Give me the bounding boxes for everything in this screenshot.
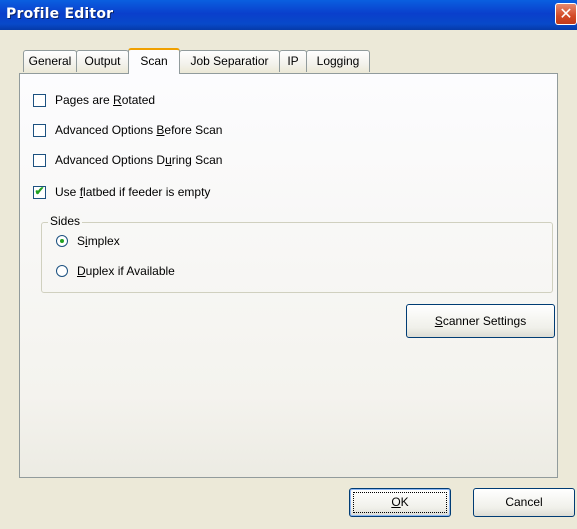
- pages-rotated-checkbox[interactable]: Pages are Rotated: [33, 92, 155, 108]
- duplex-radio[interactable]: Duplex if Available: [56, 263, 175, 279]
- checkbox-box[interactable]: [33, 123, 46, 137]
- advanced-before-scan-label: Advanced Options Before Scan: [55, 123, 223, 137]
- checkbox-box[interactable]: [33, 153, 46, 167]
- scanner-settings-button[interactable]: Scanner Settings: [406, 304, 555, 338]
- tab-general[interactable]: General: [23, 50, 77, 72]
- check-mark-icon: ✔: [34, 183, 45, 198]
- tab-scan-label: Scan: [140, 54, 168, 68]
- tab-logging-label: Logging: [316, 54, 360, 68]
- ok-label: OK: [391, 495, 409, 509]
- radio-button[interactable]: [56, 265, 68, 277]
- tab-scan[interactable]: Scan: [128, 48, 180, 74]
- ok-button[interactable]: OK: [349, 488, 451, 517]
- sides-group-title: Sides: [48, 214, 83, 228]
- radio-button[interactable]: [56, 235, 68, 247]
- duplex-label: Duplex if Available: [77, 264, 175, 278]
- close-glyph: ✕: [559, 4, 573, 23]
- window-title: Profile Editor: [6, 6, 114, 22]
- profile-editor-window: Profile Editor ✕ General Output Scan Job…: [0, 0, 577, 529]
- advanced-during-scan-checkbox[interactable]: Advanced Options During Scan: [33, 152, 222, 168]
- tab-ip[interactable]: IP: [279, 50, 307, 72]
- tab-output[interactable]: Output: [76, 50, 129, 72]
- use-flatbed-checkbox[interactable]: ✔ Use flatbed if feeder is empty: [33, 184, 210, 200]
- pages-rotated-label: Pages are Rotated: [55, 93, 156, 107]
- advanced-during-scan-label: Advanced Options During Scan: [55, 153, 223, 167]
- checkbox-box[interactable]: ✔: [33, 183, 46, 199]
- close-icon[interactable]: ✕: [555, 3, 577, 25]
- cancel-button[interactable]: Cancel: [473, 488, 575, 517]
- scanner-settings-label: Scanner Settings: [434, 314, 527, 328]
- tab-logging[interactable]: Logging: [306, 50, 370, 72]
- tab-ip-label: IP: [287, 54, 299, 68]
- radio-selected-dot: [60, 239, 64, 243]
- tab-output-label: Output: [84, 54, 121, 68]
- simplex-label: Simplex: [77, 234, 120, 248]
- advanced-before-scan-checkbox[interactable]: Advanced Options Before Scan: [33, 122, 222, 138]
- cancel-label: Cancel: [505, 495, 543, 509]
- tab-general-label: General: [28, 54, 72, 68]
- use-flatbed-label: Use flatbed if feeder is empty: [55, 185, 211, 199]
- simplex-radio[interactable]: Simplex: [56, 233, 120, 249]
- checkbox-box[interactable]: [33, 93, 46, 107]
- tab-job-separatior-label: Job Separatior: [190, 54, 269, 68]
- tab-job-separatior[interactable]: Job Separatior: [179, 50, 280, 72]
- title-bar[interactable]: Profile Editor ✕: [0, 0, 577, 30]
